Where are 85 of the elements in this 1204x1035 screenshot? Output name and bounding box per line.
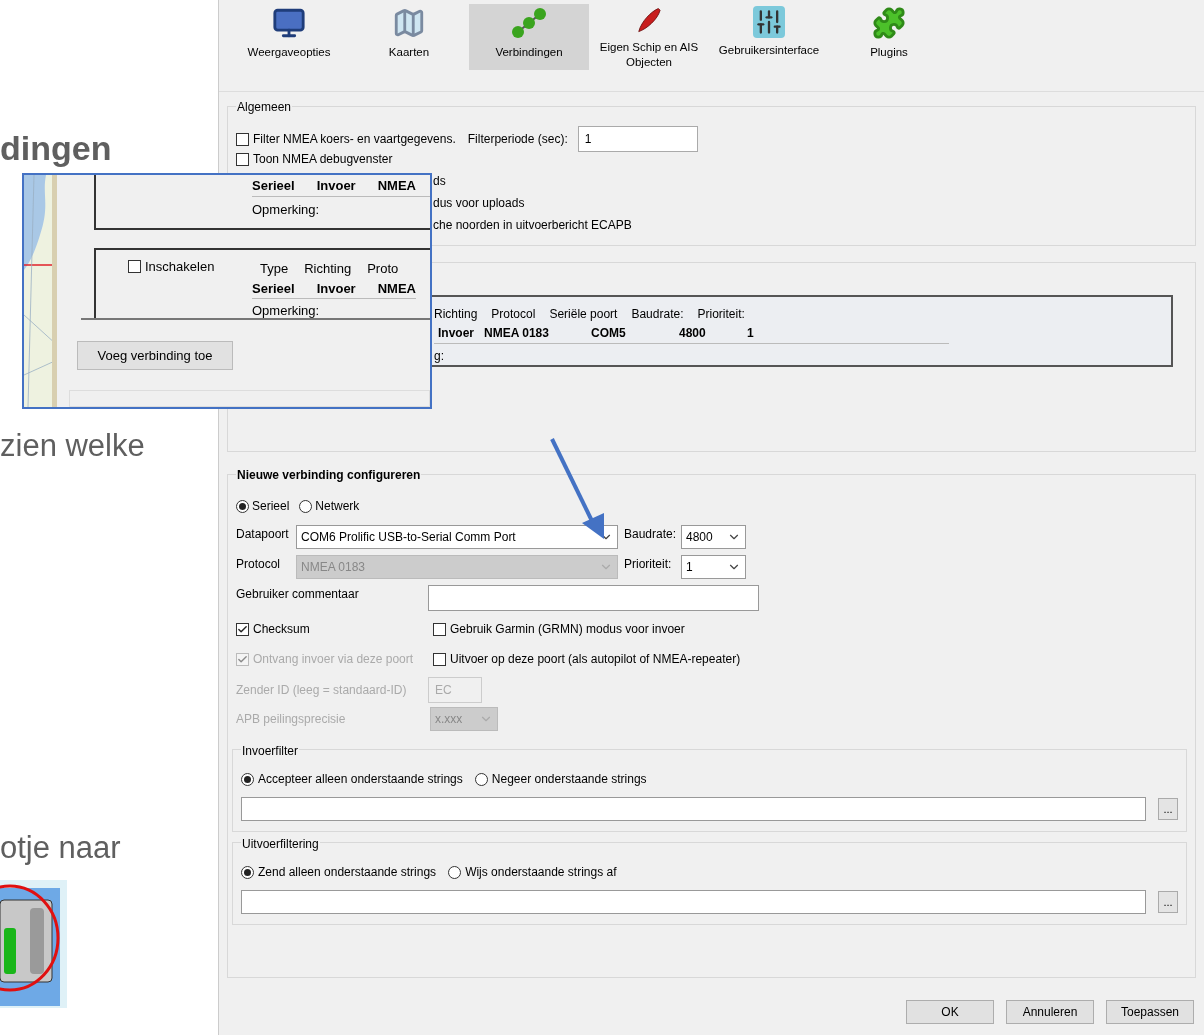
connection-value: 1	[746, 325, 755, 342]
dialog-button[interactable]: Annuleren	[1006, 1000, 1094, 1024]
sliders-icon	[753, 6, 785, 38]
connection-value: Serieel	[252, 177, 295, 195]
checkbox[interactable]	[236, 622, 249, 636]
page-text: otje naar	[0, 829, 122, 867]
connection-value: NMEA	[377, 279, 416, 298]
radio-label: Serieel	[252, 498, 290, 515]
port-select[interactable]: COM6 Prolific USB-to-Serial Comm Port	[296, 525, 618, 549]
filter-field[interactable]	[241, 797, 1146, 821]
option-label: dus voor uploads	[433, 196, 525, 211]
column-header: Richting	[434, 306, 478, 323]
filter-field[interactable]	[241, 890, 1146, 914]
column-header: Proto	[367, 260, 399, 278]
column-header: Seriële poort	[549, 306, 618, 323]
settings-tab[interactable]: Gebruikersinterface	[709, 4, 829, 70]
radio-button[interactable]	[236, 499, 249, 513]
map-icon	[392, 6, 426, 40]
checkbox-label: Inschakelen	[145, 260, 215, 274]
field-label: Filterperiode (sec):	[467, 131, 568, 148]
option-label: che noorden in uitvoerbericht ECAPB	[433, 218, 632, 233]
connected-dots-icon	[510, 6, 548, 40]
comment-label: Opmerking:	[252, 200, 321, 219]
field-label: APB peilingsprecisie	[236, 711, 347, 728]
checkbox-label: Ontvang invoer via deze poort	[253, 651, 414, 668]
radio-label: Wijs onderstaande strings af	[465, 864, 617, 881]
radio-label: Zend alleen onderstaande strings	[258, 864, 437, 881]
column-header: Prioriteit:	[697, 306, 745, 323]
checkbox[interactable]	[128, 260, 141, 273]
field-label: Datapoort	[236, 526, 290, 543]
field-label: Baudrate:	[624, 526, 678, 543]
comment-label: g:	[434, 348, 445, 365]
comment-label: Opmerking:	[252, 302, 321, 320]
connection-value: NMEA 0183	[484, 325, 550, 342]
field-label: Gebruiker commentaar	[236, 586, 360, 603]
connection-value: Serieel	[252, 279, 295, 298]
browse-button[interactable]: ...	[1158, 798, 1178, 820]
checkbox[interactable]	[433, 622, 446, 636]
settings-tab[interactable]: Kaarten	[349, 4, 469, 70]
connection-value: Invoer	[316, 177, 356, 195]
settings-tab[interactable]: Plugins	[829, 4, 949, 70]
checkbox-label: Filter NMEA koers- en vaartgegevens.	[253, 131, 456, 148]
page-heading: dingen	[0, 128, 113, 168]
dialog-button[interactable]: OK	[906, 1000, 994, 1024]
checkbox-label: Toon NMEA debugvenster	[253, 153, 393, 166]
field-label: Prioriteit:	[624, 556, 673, 573]
monitor-icon	[272, 6, 306, 40]
puzzle-icon	[872, 6, 906, 40]
checkbox[interactable]	[433, 652, 446, 666]
radio-label: Accepteer alleen onderstaande strings	[258, 771, 463, 788]
radio-button[interactable]	[241, 865, 254, 879]
radio-label: Netwerk	[315, 498, 360, 515]
checkbox[interactable]	[236, 153, 249, 166]
connection-value: Invoer	[437, 325, 475, 342]
field-label: Protocol	[236, 556, 282, 573]
page-text: zien welke	[0, 427, 146, 465]
connection-value: 4800	[678, 325, 707, 342]
add-connection-button[interactable]: Voeg verbinding toe	[77, 341, 233, 370]
dialog-button[interactable]: Toepassen	[1106, 1000, 1194, 1024]
settings-tab[interactable]: Eigen Schip en AIS Objecten	[589, 4, 709, 70]
priority-select[interactable]: 1	[681, 555, 746, 579]
comment-field[interactable]	[428, 585, 759, 611]
connection-value: Invoer	[316, 279, 356, 298]
option-label: ds	[433, 174, 446, 189]
checkbox-label: Checksum	[253, 621, 310, 638]
column-header: Richting	[304, 260, 352, 278]
settings-tab[interactable]: Verbindingen	[469, 4, 589, 70]
column-header: Type	[260, 260, 289, 278]
radio-button[interactable]	[474, 772, 488, 786]
checkbox[interactable]	[236, 132, 249, 146]
column-header: Protocol	[491, 306, 536, 323]
browse-button[interactable]: ...	[1158, 891, 1178, 913]
checkbox-label: Gebruik Garmin (GRMN) modus voor invoer	[450, 621, 685, 638]
field-label: Zender ID (leeg = standaard-ID)	[236, 682, 408, 699]
radio-label: Negeer onderstaande strings	[491, 771, 647, 788]
radio-button[interactable]	[299, 499, 313, 513]
radio-button[interactable]	[241, 772, 254, 786]
checkbox-label: Uitvoer op deze poort (als autopilot of NMEA-repeater)	[450, 651, 741, 668]
connection-value: NMEA	[377, 177, 416, 195]
settings-tab[interactable]: Weergaveopties	[229, 4, 349, 70]
radio-button[interactable]	[448, 865, 462, 879]
baudrate-select[interactable]: 4800	[681, 525, 746, 549]
filter-period-field[interactable]: 1	[577, 126, 698, 152]
connection-value: COM5	[590, 325, 627, 342]
column-header: Baudrate:	[631, 306, 684, 323]
